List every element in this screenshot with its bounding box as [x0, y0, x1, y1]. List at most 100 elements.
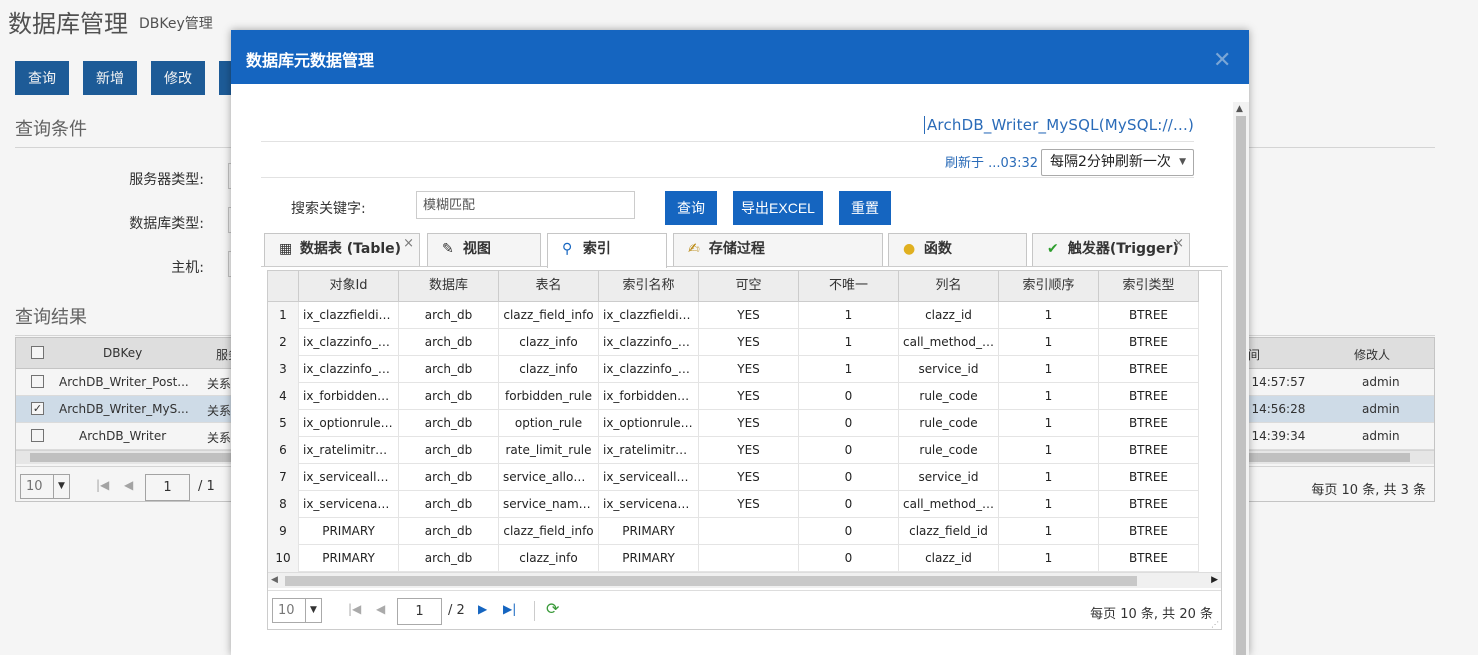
page-number-input[interactable]: 1 — [397, 598, 442, 625]
cell-index-name: PRIMARY — [599, 518, 699, 545]
tab-trigger[interactable]: ✔ 触发器(Trigger) × — [1032, 233, 1190, 266]
header-index-name: 索引名称 — [599, 271, 699, 302]
cell-seq: 1 — [999, 491, 1099, 518]
cell-seq: 1 — [999, 356, 1099, 383]
tab-label: 触发器(Trigger) — [1067, 241, 1179, 257]
cell-database: arch_db — [399, 410, 499, 437]
cell-object-id: ix_clazzfieldinf... — [299, 302, 399, 329]
export-excel-button[interactable]: 导出EXCEL — [733, 191, 823, 225]
table-row[interactable]: 2 ix_clazzinfo_ca... arch_db clazz_info ix_c… — [268, 329, 1199, 356]
cell-database: arch_db — [399, 383, 499, 410]
close-icon[interactable]: × — [403, 228, 414, 259]
table-row[interactable]: 8 ix_servicename... arch_db service_name_..… — [268, 491, 1199, 518]
resize-grip-icon[interactable]: ⋰ — [1211, 621, 1219, 629]
refresh-interval-select[interactable]: 每隔2分钟刷新一次 ▼ — [1041, 149, 1194, 176]
cell-database: arch_db — [399, 302, 499, 329]
cell-non-unique: 1 — [799, 356, 899, 383]
tab-index[interactable]: ⚲ 索引(Index) — [547, 233, 667, 288]
cell-nullable: YES — [699, 410, 799, 437]
cell-nullable: YES — [699, 302, 799, 329]
header-database: 数据库 — [399, 271, 499, 302]
cell-seq: 1 — [999, 545, 1099, 572]
cell-object-id: ix_forbidden_r... — [299, 383, 399, 410]
scroll-thumb[interactable] — [1236, 116, 1246, 655]
search-input[interactable] — [416, 191, 635, 219]
scroll-right-icon[interactable]: ▶ — [1211, 575, 1218, 585]
cell-index-name: ix_clazzinfo_se... — [599, 356, 699, 383]
cell-nullable: YES — [699, 464, 799, 491]
cell-column: rule_code — [899, 410, 999, 437]
cell-index-type: BTREE — [1099, 464, 1199, 491]
header-object-id: 对象Id — [299, 271, 399, 302]
next-page-icon[interactable]: ▶ — [478, 602, 487, 616]
cell-index-type: BTREE — [1099, 545, 1199, 572]
page-size-select[interactable]: 10 ▼ — [272, 598, 322, 623]
cell-column: rule_code — [899, 437, 999, 464]
prev-page-icon[interactable]: ◀ — [376, 602, 385, 616]
page-info: 每页 10 条, 共 20 条 — [1090, 607, 1213, 622]
cell-index-name: ix_clazzinfo_ca... — [599, 329, 699, 356]
table-row[interactable]: 7 ix_serviceallow... arch_db service_allow_… — [268, 464, 1199, 491]
cell-table: service_name_... — [499, 491, 599, 518]
header-column: 列名 — [899, 271, 999, 302]
table-row[interactable]: 1 ix_clazzfieldinf... arch_db clazz_field_i… — [268, 302, 1199, 329]
cell-database: arch_db — [399, 545, 499, 572]
reset-button[interactable]: 重置 — [839, 191, 891, 225]
cell-table: clazz_field_info — [499, 518, 599, 545]
dialog-vertical-scrollbar[interactable]: ▲ — [1233, 102, 1249, 655]
page-total: / 2 — [448, 603, 465, 618]
header-table: 表名 — [499, 271, 599, 302]
scroll-left-icon[interactable]: ◀ — [271, 575, 278, 585]
last-page-icon[interactable]: ▶| — [503, 602, 516, 616]
tab-function[interactable]: ● 函数(Function) — [888, 233, 1027, 288]
refresh-interval-value: 每隔2分钟刷新一次 — [1050, 154, 1171, 170]
row-number: 9 — [268, 518, 299, 545]
cell-non-unique: 0 — [799, 518, 899, 545]
table-row[interactable]: 10 PRIMARY arch_db clazz_info PRIMARY 0 clazz_… — [268, 545, 1199, 572]
grid-horizontal-scrollbar[interactable]: ◀ ▶ — [268, 572, 1221, 588]
refresh-icon[interactable]: ⟳ — [546, 599, 559, 618]
cell-seq: 1 — [999, 437, 1099, 464]
tab-procedure[interactable]: ✍ 存储过程(StoreProcedure) — [673, 233, 883, 288]
cell-index-type: BTREE — [1099, 302, 1199, 329]
tab-view[interactable]: ✎ 视图(View) — [427, 233, 541, 288]
first-page-icon[interactable]: |◀ — [348, 602, 361, 616]
cell-index-name: PRIMARY — [599, 545, 699, 572]
table-row[interactable]: 5 ix_optionrule_r... arch_db option_rule ix_… — [268, 410, 1199, 437]
table-row[interactable]: 4 ix_forbidden_r... arch_db forbidden_rule i… — [268, 383, 1199, 410]
close-icon[interactable]: ✕ — [1213, 50, 1231, 72]
cell-column: call_method_ni... — [899, 491, 999, 518]
cell-object-id: PRIMARY — [299, 545, 399, 572]
scroll-up-icon[interactable]: ▲ — [1236, 104, 1243, 114]
connection-info: ArchDB_Writer_MySQL(MySQL://...) — [923, 116, 1194, 134]
dialog-title: 数据库元数据管理 — [246, 51, 375, 70]
scroll-thumb[interactable] — [285, 576, 1137, 586]
search-query-button[interactable]: 查询 — [665, 191, 717, 225]
refresh-time[interactable]: 刷新于 ...03:32 — [945, 152, 1038, 171]
cell-seq: 1 — [999, 302, 1099, 329]
cell-database: arch_db — [399, 329, 499, 356]
cell-index-name: ix_forbidden_r... — [599, 383, 699, 410]
procedure-icon: ✍ — [688, 241, 700, 257]
table-row[interactable]: 6 ix_ratelimitrule... arch_db rate_limit_ru… — [268, 437, 1199, 464]
table-row[interactable]: 9 PRIMARY arch_db clazz_field_info PRIMARY 0 c… — [268, 518, 1199, 545]
close-icon[interactable]: × — [1173, 228, 1184, 259]
cell-index-name: ix_optionrule_r... — [599, 410, 699, 437]
cell-database: arch_db — [399, 518, 499, 545]
cell-non-unique: 0 — [799, 410, 899, 437]
cell-table: option_rule — [499, 410, 599, 437]
chevron-down-icon: ▼ — [1179, 157, 1186, 167]
index-icon: ⚲ — [562, 241, 573, 257]
cell-column: clazz_id — [899, 545, 999, 572]
cell-nullable: YES — [699, 356, 799, 383]
table-row[interactable]: 3 ix_clazzinfo_se... arch_db clazz_info ix_c… — [268, 356, 1199, 383]
cell-object-id: ix_servicename... — [299, 491, 399, 518]
tab-table[interactable]: ▦ 数据表 (Table) × — [264, 233, 420, 266]
page-size-value: 10 — [278, 603, 295, 618]
refresh-line: 刷新于 ...03:32 每隔2分钟刷新一次 ▼ — [261, 144, 1194, 178]
cell-database: arch_db — [399, 356, 499, 383]
cell-column: rule_code — [899, 383, 999, 410]
grid-pager: 10 ▼ |◀ ◀ 1 / 2 ▶ ▶| ⟳ 每页 10 条, 共 20 条 ⋰ — [268, 590, 1221, 630]
cell-index-type: BTREE — [1099, 437, 1199, 464]
cell-non-unique: 0 — [799, 491, 899, 518]
